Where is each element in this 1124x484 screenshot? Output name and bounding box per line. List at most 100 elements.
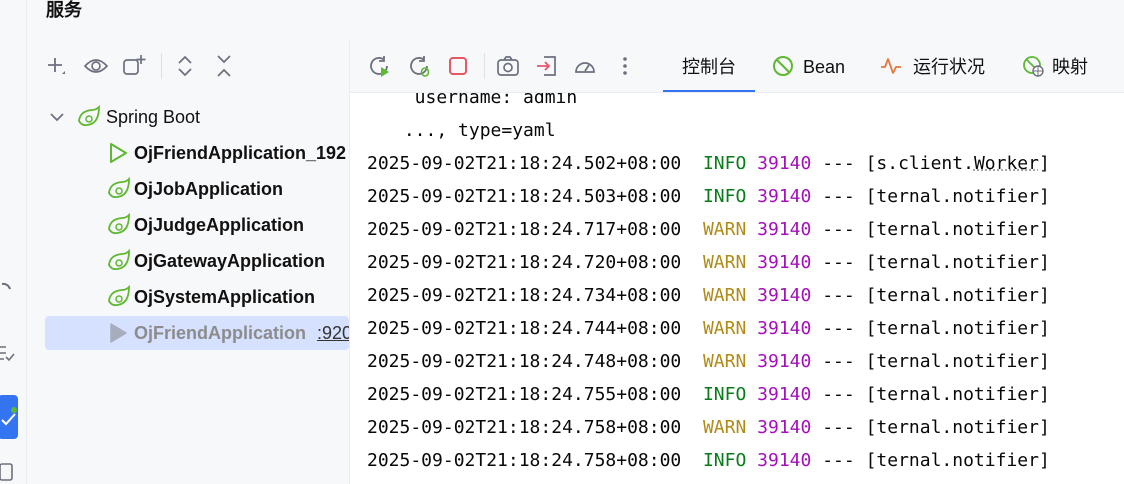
console-panel: 控制台 Bean 运行状况 映射 username: admin ..., ty… [350, 40, 1124, 484]
log-level: WARN [702, 417, 747, 438]
more-vertical-icon[interactable] [613, 54, 637, 78]
tree-root-spring-boot[interactable]: Spring Boot [27, 100, 349, 134]
health-pulse-icon [881, 58, 901, 74]
log-separator: --- [822, 186, 855, 207]
console-line: username: admin [393, 93, 578, 108]
tab-label: Bean [803, 57, 846, 77]
mappings-globe-icon [1023, 56, 1044, 77]
terminal-icon[interactable] [0, 460, 22, 482]
exit-icon[interactable] [535, 54, 559, 78]
tree-item-label: OjSystemApplication [134, 287, 316, 307]
tree-item-label: OjGatewayApplication [134, 251, 326, 271]
log-level: INFO [702, 186, 747, 207]
tree-root-label: Spring Boot [106, 107, 201, 127]
tree-item-ojfriend-selected[interactable]: OjFriendApplication :920 [45, 316, 349, 350]
tree-item-label: OjFriendApplication [134, 323, 307, 343]
log-timestamp: 2025-09-02T21:18:24.748+08:00 [367, 351, 682, 372]
checklist-icon[interactable] [0, 343, 22, 365]
log-pid: 39140 [757, 318, 812, 339]
rerun-icon[interactable] [368, 54, 392, 78]
spring-boot-icon [78, 105, 100, 127]
log-thread: [ternal.notifier] [865, 450, 1050, 471]
tab-health[interactable]: 运行状况 [880, 40, 1000, 92]
log-pid: 39140 [757, 450, 812, 471]
log-thread: [ternal.notifier] [865, 318, 1050, 339]
log-timestamp: 2025-09-02T21:18:24.755+08:00 [367, 384, 682, 405]
log-level: WARN [702, 219, 747, 240]
log-separator: --- [822, 384, 855, 405]
log-pid: 39140 [757, 384, 812, 405]
log-thread: [ternal.notifier] [865, 285, 1050, 306]
services-tool-button[interactable] [0, 395, 18, 439]
tree-item-ojfriend-running[interactable]: OjFriendApplication_192 [27, 136, 349, 170]
log-pid: 39140 [757, 417, 812, 438]
tree-item-label: OjJobApplication [134, 179, 284, 199]
stop-icon[interactable] [446, 54, 470, 78]
log-timestamp: 2025-09-02T21:18:24.717+08:00 [367, 219, 682, 240]
log-timestamp: 2025-09-02T21:18:24.503+08:00 [367, 186, 682, 207]
log-timestamp: 2025-09-02T21:18:24.502+08:00 [367, 153, 682, 174]
tab-label: 映射 [1052, 57, 1088, 77]
console-toolbar: 控制台 Bean 运行状况 映射 [350, 40, 1124, 93]
log-separator: --- [822, 153, 855, 174]
gauge-icon[interactable] [573, 54, 597, 78]
log-timestamp: 2025-09-02T21:18:24.734+08:00 [367, 285, 682, 306]
log-thread-end: ] [1038, 153, 1050, 174]
log-level: WARN [702, 285, 747, 306]
log-pid: 39140 [757, 219, 812, 240]
log-thread: [ternal.notifier] [865, 351, 1050, 372]
log-level: INFO [702, 153, 747, 174]
eye-icon[interactable] [84, 54, 108, 78]
branch-icon[interactable] [0, 278, 22, 300]
console-output[interactable]: username: admin ..., type=yaml 2025-09-0… [350, 93, 1124, 484]
log-separator: --- [822, 351, 855, 372]
log-level: INFO [702, 450, 747, 471]
spring-boot-icon [108, 285, 130, 307]
spring-boot-icon [108, 249, 130, 271]
spring-boot-icon [108, 213, 130, 235]
log-line: 2025-09-02T21:18:24.758+08:00 WARN 39140… [367, 411, 1050, 444]
tool-window-stripe [0, 0, 27, 484]
console-line: ..., type=yaml [393, 120, 556, 141]
tab-bean[interactable]: Bean [772, 40, 862, 92]
panel-title: 服务 [46, 0, 82, 21]
log-thread: [ternal.notifier] [865, 417, 1050, 438]
log-pid: 39140 [757, 285, 812, 306]
debug-rerun-icon[interactable] [408, 54, 432, 78]
log-separator: --- [822, 417, 855, 438]
log-level: WARN [702, 318, 747, 339]
log-thread: [s.client. [865, 153, 974, 174]
log-line: 2025-09-02T21:18:24.503+08:00 INFO 39140… [367, 180, 1050, 213]
tree-item-ojgateway[interactable]: OjGatewayApplication [27, 244, 349, 278]
log-pid: 39140 [757, 153, 812, 174]
add-icon[interactable] [45, 54, 69, 78]
log-line: 2025-09-02T21:18:24.717+08:00 WARN 39140… [367, 213, 1050, 246]
tab-label: 控制台 [682, 57, 736, 77]
collapse-all-icon[interactable] [212, 54, 236, 78]
add-window-icon[interactable] [122, 54, 146, 78]
screenshot-icon[interactable] [496, 54, 520, 78]
log-timestamp: 2025-09-02T21:18:24.758+08:00 [367, 450, 682, 471]
tab-mappings[interactable]: 映射 [1020, 40, 1100, 92]
tab-console[interactable]: 控制台 [663, 40, 755, 92]
log-thread-highlight: Worker [973, 153, 1039, 174]
log-timestamp: 2025-09-02T21:18:24.744+08:00 [367, 318, 682, 339]
expand-all-icon[interactable] [173, 54, 197, 78]
log-pid: 39140 [757, 252, 812, 273]
run-icon [110, 323, 127, 343]
tree-item-ojjudge[interactable]: OjJudgeApplication [27, 208, 349, 242]
log-line: 2025-09-02T21:18:24.758+08:00 INFO 39140… [367, 444, 1050, 477]
chevron-down-icon[interactable] [47, 105, 67, 129]
log-line: 2025-09-02T21:18:24.502+08:00 INFO 39140… [367, 147, 1050, 180]
tab-label: 运行状况 [913, 57, 985, 77]
log-line: 2025-09-02T21:18:24.734+08:00 WARN 39140… [367, 279, 1050, 312]
log-level: WARN [702, 351, 747, 372]
tree-item-port[interactable]: :920 [317, 316, 349, 350]
tree-item-ojsystem[interactable]: OjSystemApplication [27, 280, 349, 314]
log-line: 2025-09-02T21:18:24.755+08:00 INFO 39140… [367, 378, 1050, 411]
services-icon [1, 407, 17, 426]
spring-boot-icon [108, 177, 130, 199]
log-timestamp: 2025-09-02T21:18:24.758+08:00 [367, 417, 682, 438]
bean-icon [773, 56, 793, 76]
tree-item-ojjob[interactable]: OjJobApplication [27, 172, 349, 206]
